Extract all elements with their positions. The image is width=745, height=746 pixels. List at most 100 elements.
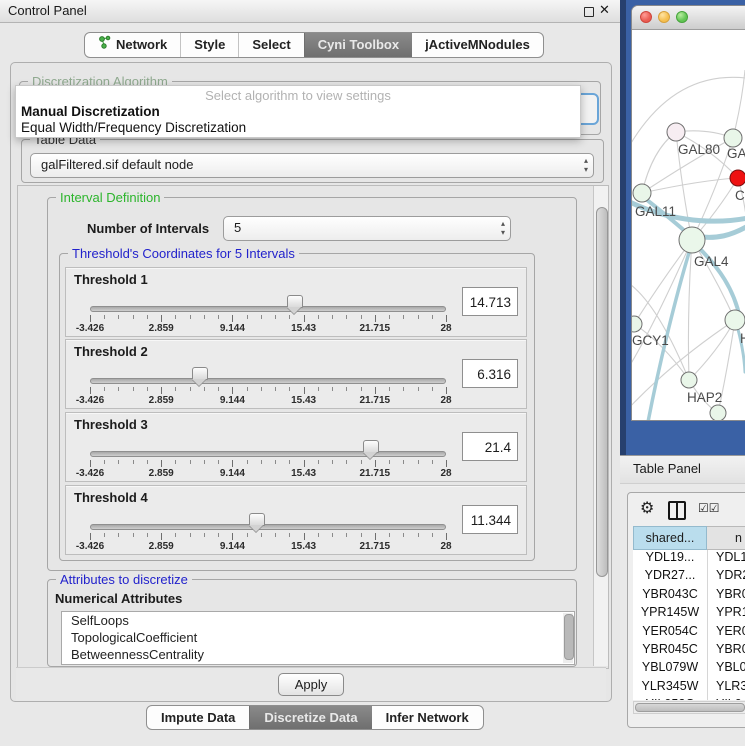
- column-header-shared-name[interactable]: shared...: [633, 526, 707, 550]
- zoom-traffic-light-icon[interactable]: [676, 11, 688, 23]
- window-titlebar[interactable]: [632, 6, 745, 30]
- slider-tick: [232, 533, 233, 540]
- threshold-4-slider[interactable]: -3.4262.8599.14415.4321.71528: [90, 486, 446, 554]
- slider-track[interactable]: [90, 306, 446, 312]
- list-item[interactable]: SelfLoops: [71, 613, 129, 628]
- numerical-attributes-list[interactable]: SelfLoops TopologicalCoefficient Between…: [61, 611, 575, 665]
- table-row[interactable]: YLR345WYLR3: [633, 679, 745, 697]
- scrollbar-thumb[interactable]: [635, 703, 745, 712]
- slider-thumb[interactable]: [287, 295, 303, 308]
- threshold-1-slider[interactable]: -3.4262.8599.14415.4321.71528: [90, 268, 446, 336]
- slider-thumb[interactable]: [249, 513, 265, 526]
- cell-shared-name[interactable]: YLR345W: [633, 679, 708, 697]
- table-row[interactable]: YIL052CYIL0: [633, 697, 745, 700]
- dropdown-option-manual-discretization[interactable]: Manual Discretization: [21, 104, 160, 119]
- scrollbar-thumb[interactable]: [564, 614, 574, 660]
- threshold-3-slider[interactable]: -3.4262.8599.14415.4321.71528: [90, 413, 446, 481]
- network-node[interactable]: [724, 129, 742, 147]
- cell-name[interactable]: YBL0: [708, 660, 745, 678]
- cell-name[interactable]: YDR2: [708, 568, 745, 586]
- table-row[interactable]: YBR043CYBR0: [633, 587, 745, 605]
- tab-select[interactable]: Select: [238, 33, 303, 57]
- cell-name[interactable]: YLR3: [708, 679, 745, 697]
- vertical-scrollbar[interactable]: [593, 186, 608, 666]
- horizontal-scrollbar[interactable]: [633, 701, 745, 714]
- network-node[interactable]: [710, 405, 726, 420]
- tab-jactivemnodules[interactable]: jActiveMNodules: [412, 33, 543, 57]
- cell-shared-name[interactable]: YBR045C: [633, 642, 708, 660]
- tick-label: 9.144: [220, 395, 245, 406]
- tab-network[interactable]: Network: [85, 33, 180, 57]
- cell-shared-name[interactable]: YDL19...: [633, 550, 708, 568]
- cell-shared-name[interactable]: YPR145W: [633, 605, 708, 623]
- slider-thumb[interactable]: [192, 367, 208, 380]
- cell-shared-name[interactable]: YIL052C: [633, 697, 708, 700]
- apply-button[interactable]: Apply: [278, 673, 344, 696]
- threshold-value-field[interactable]: 11.344: [462, 505, 518, 534]
- network-node[interactable]: [667, 123, 685, 141]
- table-row[interactable]: YBR045CYBR0: [633, 642, 745, 660]
- table-body[interactable]: YDL19...YDL1YDR27...YDR2YBR043CYBR0YPR14…: [633, 550, 745, 700]
- table-row[interactable]: YDL19...YDL1: [633, 550, 745, 568]
- table-row[interactable]: YDR27...YDR2: [633, 568, 745, 586]
- dropdown-option-equal-width-frequency[interactable]: Equal Width/Frequency Discretization: [21, 120, 246, 135]
- column-header-name[interactable]: n: [707, 526, 745, 550]
- cell-name[interactable]: YPR1: [708, 605, 745, 623]
- minimize-traffic-light-icon[interactable]: [658, 11, 670, 23]
- threshold-2-panel: Threshold 2 -3.4262.8599.14415.4321.7152…: [65, 339, 527, 409]
- network-node[interactable]: [679, 227, 705, 253]
- network-node[interactable]: [681, 372, 697, 388]
- slider-tick: [133, 460, 134, 464]
- slider-tick-labels: -3.4262.8599.14415.4321.71528: [90, 468, 446, 479]
- network-node[interactable]: [633, 184, 651, 202]
- float-window-icon[interactable]: [584, 7, 594, 17]
- slider-track[interactable]: [90, 524, 446, 530]
- slider-tick: [446, 533, 447, 540]
- threshold-value-field[interactable]: 14.713: [462, 287, 518, 316]
- table-data-combobox[interactable]: galFiltered.sif default node ▴▾: [30, 153, 594, 178]
- select-columns-checkboxes-icon[interactable]: ☑☑: [698, 501, 720, 515]
- cell-shared-name[interactable]: YER054C: [633, 624, 708, 642]
- threshold-value-field[interactable]: 21.4: [462, 432, 518, 461]
- settings-gear-icon[interactable]: ⚙: [640, 498, 654, 518]
- number-of-intervals-label: Number of Intervals: [87, 221, 209, 236]
- tab-style[interactable]: Style: [180, 33, 238, 57]
- network-view-window[interactable]: GAL80GACGAL11GAL4GCY1HHAP2: [631, 5, 745, 421]
- slider-tick: [118, 387, 119, 391]
- cell-name[interactable]: YDL1: [708, 550, 745, 568]
- close-icon[interactable]: ✕: [599, 2, 610, 18]
- list-scrollbar[interactable]: [563, 613, 573, 663]
- cell-name[interactable]: YBR0: [708, 587, 745, 605]
- cell-shared-name[interactable]: YBL079W: [633, 660, 708, 678]
- tab-impute-data[interactable]: Impute Data: [147, 706, 249, 729]
- slider-track[interactable]: [90, 378, 446, 384]
- split-columns-icon[interactable]: [668, 501, 686, 520]
- number-of-intervals-combobox[interactable]: 5 ▴▾: [223, 216, 511, 241]
- threshold-value-field[interactable]: 6.316: [462, 359, 518, 388]
- tab-cyni-toolbox[interactable]: Cyni Toolbox: [304, 33, 412, 57]
- slider-tick: [289, 460, 290, 464]
- tab-discretize-data[interactable]: Discretize Data: [249, 706, 371, 729]
- table-row[interactable]: YER054CYER0: [633, 624, 745, 642]
- cell-name[interactable]: YER0: [708, 624, 745, 642]
- network-node[interactable]: [730, 170, 745, 186]
- slider-tick: [204, 315, 205, 319]
- scrollbar-thumb[interactable]: [596, 207, 608, 577]
- slider-track[interactable]: [90, 451, 446, 457]
- network-node[interactable]: [632, 316, 642, 332]
- network-canvas[interactable]: GAL80GACGAL11GAL4GCY1HHAP2: [632, 30, 745, 420]
- list-item[interactable]: TopologicalCoefficient: [71, 630, 197, 645]
- cell-shared-name[interactable]: YDR27...: [633, 568, 708, 586]
- cell-shared-name[interactable]: YBR043C: [633, 587, 708, 605]
- list-item[interactable]: BetweennessCentrality: [71, 647, 204, 662]
- slider-thumb[interactable]: [363, 440, 379, 453]
- cell-name[interactable]: YIL0: [708, 697, 742, 700]
- network-node[interactable]: [725, 310, 745, 330]
- table-row[interactable]: YBL079WYBL0: [633, 660, 745, 678]
- tab-infer-network[interactable]: Infer Network: [372, 706, 483, 729]
- cell-name[interactable]: YBR0: [708, 642, 745, 660]
- close-traffic-light-icon[interactable]: [640, 11, 652, 23]
- table-row[interactable]: YPR145WYPR1: [633, 605, 745, 623]
- slider-tick: [190, 387, 191, 391]
- threshold-2-slider[interactable]: -3.4262.8599.14415.4321.71528: [90, 340, 446, 408]
